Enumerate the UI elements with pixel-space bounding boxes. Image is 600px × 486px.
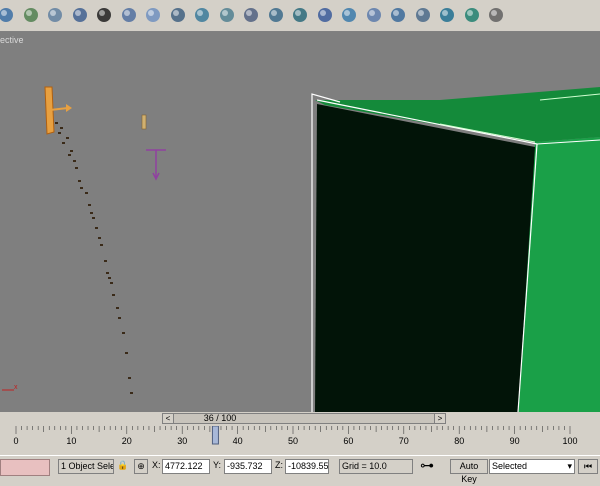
status-bar: 1 Object Sele 🔒 ⊕ X: 4772.122 Y: -935.73… (0, 455, 600, 484)
orange-object[interactable] (44, 86, 72, 135)
camera-icon[interactable] (486, 4, 506, 26)
ruler-label: 50 (288, 436, 298, 446)
key-icon[interactable]: ⊶ (420, 457, 434, 474)
key-filter-value: Selected (492, 461, 528, 471)
timeline-ruler[interactable]: 0 10 20 30 40 50 60 70 80 90 100 (0, 426, 600, 454)
svg-text:x: x (14, 384, 18, 391)
small-object (141, 114, 147, 130)
layers-icon[interactable] (119, 4, 139, 26)
particle (55, 122, 58, 124)
snap-icon[interactable] (21, 4, 41, 26)
particle (130, 392, 133, 394)
particle (70, 150, 73, 152)
particle (78, 180, 81, 182)
main-toolbar (0, 0, 600, 32)
particle (73, 160, 76, 162)
viewport-scene: x (2, 86, 600, 412)
ruler-label: 80 (454, 436, 464, 446)
particle (108, 277, 111, 279)
particle (68, 154, 71, 156)
maxscript-listener[interactable] (0, 459, 50, 476)
ruler-label: 70 (399, 436, 409, 446)
render-icon[interactable] (462, 4, 482, 26)
ruler-svg: 0 10 20 30 40 50 60 70 80 90 100 (13, 426, 578, 446)
x-label: X: (152, 460, 161, 470)
time-prev-button[interactable]: < (162, 413, 174, 424)
particle (80, 187, 83, 189)
figure-icon[interactable] (70, 4, 90, 26)
align-icon[interactable] (45, 4, 65, 26)
particle (66, 137, 69, 139)
z-label: Z: (275, 460, 283, 470)
go-to-start-button[interactable]: ⏮ (578, 459, 598, 474)
selection-info: 1 Object Sele (58, 459, 114, 474)
checker-icon[interactable] (94, 4, 114, 26)
particle (104, 260, 107, 262)
axis-marker: x (2, 384, 18, 391)
particle (98, 237, 101, 239)
time-slider-label[interactable]: 36 / 100 (200, 413, 240, 423)
particle (90, 212, 93, 214)
wave-icon[interactable] (266, 4, 286, 26)
key-filter-select[interactable]: Selected ▾ (489, 459, 575, 474)
teapot-icon[interactable] (437, 4, 457, 26)
particle (128, 377, 131, 379)
auto-key-button[interactable]: Auto Key (450, 459, 488, 484)
ruler-label: 40 (233, 436, 243, 446)
particle (106, 272, 109, 274)
wrench-icon[interactable] (168, 4, 188, 26)
gear-icon[interactable] (192, 4, 212, 26)
ruler-label: 0 (13, 436, 18, 446)
y-label: Y: (213, 460, 222, 470)
particle (85, 192, 88, 194)
z-coordinate-field[interactable]: -10839.555 (285, 459, 329, 474)
particle (88, 204, 91, 206)
absolute-mode-button[interactable]: ⊕ (134, 459, 148, 474)
particle (125, 352, 128, 354)
y-coordinate-field[interactable]: -935.732 (224, 459, 272, 474)
particle-trail (55, 122, 133, 394)
box-icon[interactable] (339, 4, 359, 26)
particle (118, 317, 121, 319)
particle (116, 307, 119, 309)
particle (95, 227, 98, 229)
ruler-label: 10 (66, 436, 76, 446)
spiral-icon[interactable] (290, 4, 310, 26)
particle (122, 332, 125, 334)
ruler-label: 90 (510, 436, 520, 446)
arrow-curve-icon[interactable] (217, 4, 237, 26)
x-coordinate-field[interactable]: 4772.122 (162, 459, 210, 474)
sphere-icon[interactable] (0, 4, 16, 26)
particle (62, 142, 65, 144)
grid-display: Grid = 10.0 (339, 459, 413, 474)
particle (58, 132, 61, 134)
ruler-label: 100 (562, 436, 577, 446)
ruler-label: 20 (122, 436, 132, 446)
particle (100, 244, 103, 246)
chevron-down-icon: ▾ (567, 461, 572, 471)
particle (110, 282, 113, 284)
current-frame-marker (211, 426, 219, 445)
purple-gizmo[interactable] (146, 149, 166, 181)
ruler-label: 60 (343, 436, 353, 446)
particle (112, 294, 115, 296)
particle (60, 127, 63, 129)
magnet-icon[interactable] (143, 4, 163, 26)
particle (92, 217, 95, 219)
lock-icon[interactable]: 🔒 (117, 460, 128, 471)
particle (75, 167, 78, 169)
pin-icon[interactable] (364, 4, 384, 26)
time-slider-bar: < > 36 / 100 (0, 412, 600, 426)
time-next-button[interactable]: > (434, 413, 446, 424)
disc-icon[interactable] (388, 4, 408, 26)
arrows-icon[interactable] (241, 4, 261, 26)
link-icon[interactable] (413, 4, 433, 26)
ruler-label: 30 (177, 436, 187, 446)
perspective-viewport[interactable]: ective x (0, 32, 600, 412)
person-icon[interactable] (315, 4, 335, 26)
box-front-face (315, 104, 535, 412)
